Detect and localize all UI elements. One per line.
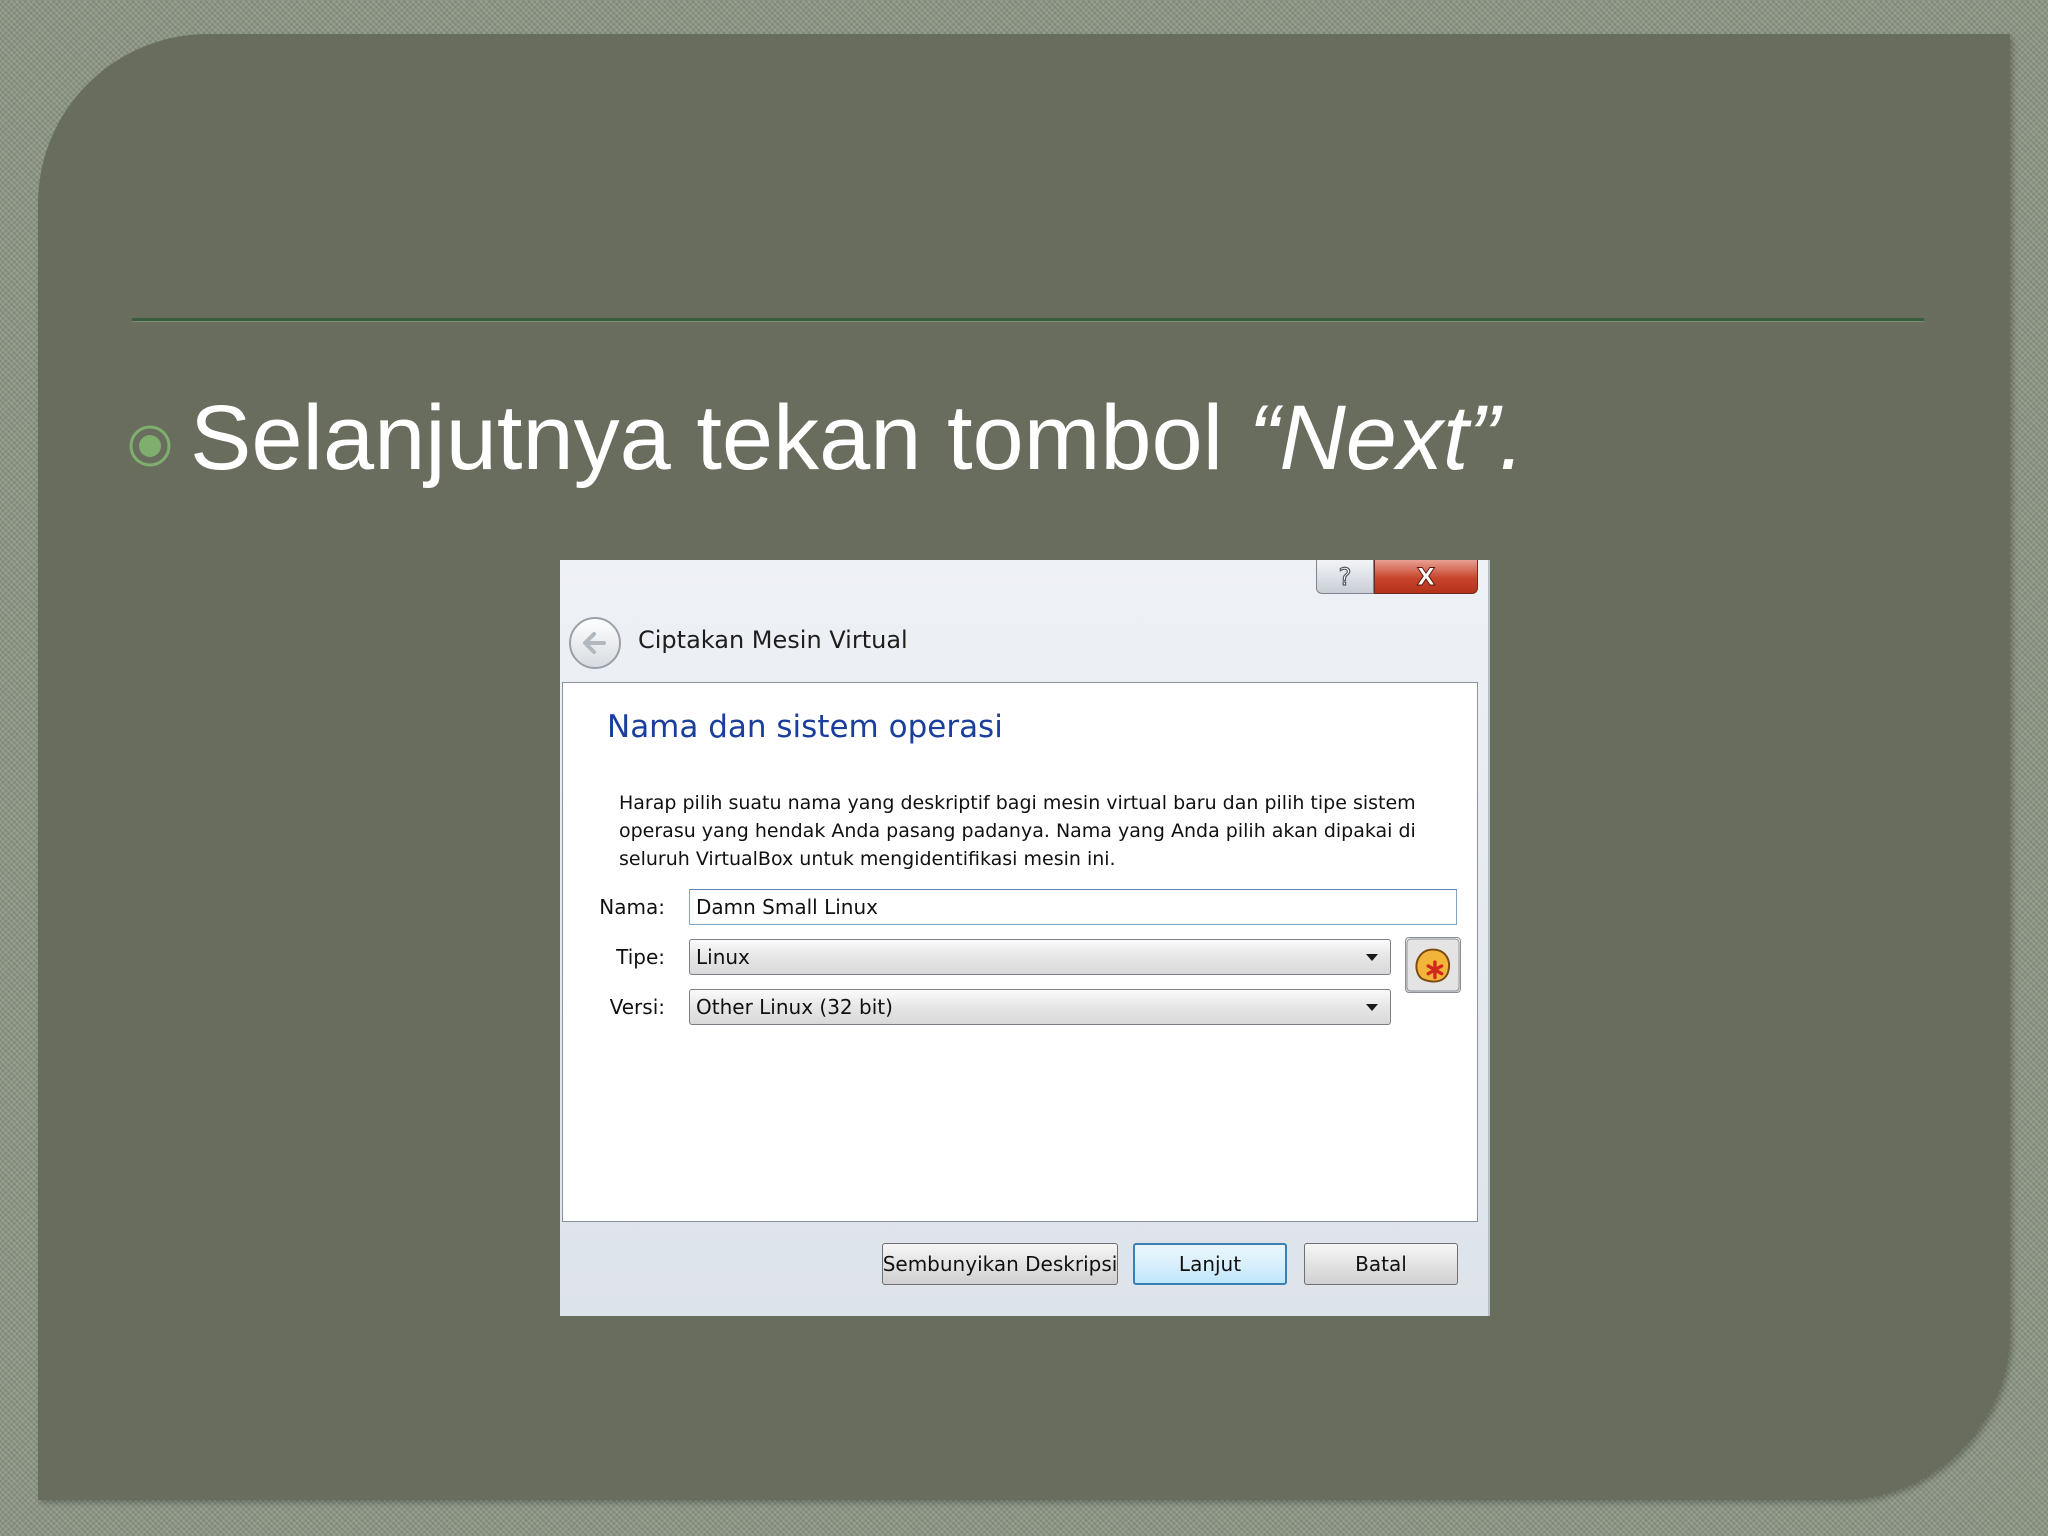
version-select-value: Other Linux (32 bit) [696,995,893,1019]
close-button[interactable]: X [1374,560,1478,594]
description-text: Harap pilih suatu nama yang deskriptif b… [619,792,1416,870]
help-icon: ? [1338,564,1352,590]
name-input[interactable] [689,889,1457,925]
name-label: Nama: [599,895,665,919]
help-button[interactable]: ? [1316,560,1374,594]
chevron-down-icon [1366,1004,1378,1011]
version-label: Versi: [609,995,665,1019]
chevron-down-icon [1366,954,1378,961]
create-vm-dialog: ? X Ciptakan Mesin Virtual Nama dan sist… [560,560,1490,1316]
title-divider [132,318,1924,322]
back-arrow-icon[interactable] [568,616,622,670]
next-button[interactable]: Lanjut [1133,1243,1287,1285]
svg-text:X: X [1417,564,1436,590]
type-label: Tipe: [616,945,665,969]
section-title: Nama dan sistem operasi [607,709,1003,745]
type-select[interactable]: Linux [689,939,1391,975]
dialog-title: Ciptakan Mesin Virtual [638,626,908,654]
hide-description-button[interactable]: Sembunyikan Deskripsi [882,1243,1118,1285]
circle-bullet-icon [129,425,171,467]
bullet-text-emphasis: “Next”. [1248,387,1525,489]
bullet-text: Selanjutnya tekan tombol “Next”. [190,378,1525,498]
svg-text:?: ? [1339,564,1352,590]
os-type-icon [1405,937,1461,993]
version-select[interactable]: Other Linux (32 bit) [689,989,1391,1025]
bullet-text-plain: Selanjutnya tekan tombol [190,387,1249,489]
type-select-value: Linux [696,945,750,969]
close-icon: X [1416,564,1436,590]
dialog-content: Nama dan sistem operasi Harap pilih suat… [562,682,1478,1222]
cancel-button[interactable]: Batal [1304,1243,1458,1285]
